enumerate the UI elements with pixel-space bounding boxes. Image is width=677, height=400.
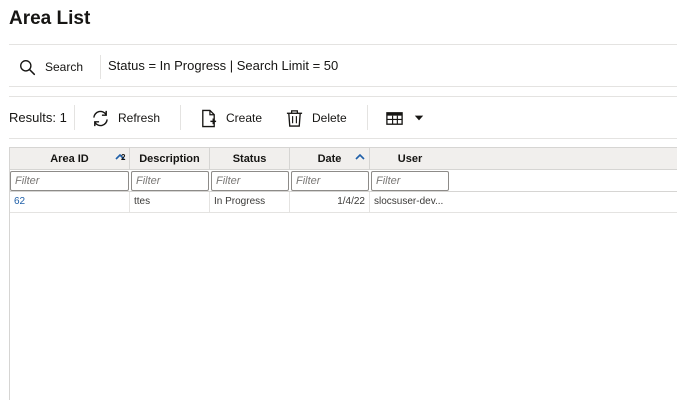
- table-header-row: Area ID 2 Description Status Date User: [10, 148, 677, 170]
- view-options-button[interactable]: [385, 106, 425, 130]
- table-row[interactable]: 62 ttes In Progress 1/4/22 slocsuser-dev…: [10, 192, 677, 213]
- description-cell: ttes: [130, 192, 210, 213]
- refresh-button[interactable]: Refresh: [91, 106, 160, 130]
- column-header-status[interactable]: Status: [210, 148, 290, 170]
- area-table: Area ID 2 Description Status Date User F…: [9, 147, 677, 400]
- column-header-label: Description: [139, 153, 200, 165]
- filter-input-description[interactable]: [131, 171, 209, 191]
- column-header-label: Date: [317, 153, 342, 165]
- table-view-icon: [386, 111, 403, 125]
- column-header-area-id[interactable]: Area ID 2: [10, 148, 130, 170]
- refresh-button-label: Refresh: [118, 111, 161, 125]
- date-cell: 1/4/22: [290, 192, 370, 213]
- results-count: Results: 1: [9, 110, 67, 125]
- area-id-link[interactable]: 62: [10, 192, 130, 213]
- status-cell: In Progress: [210, 192, 290, 213]
- search-bar: Search Status = In Progress | Search Lim…: [9, 44, 677, 87]
- sort-order-badge: 2: [121, 153, 126, 162]
- filter-row: [10, 170, 677, 192]
- trash-icon: [286, 109, 303, 127]
- user-cell: slocsuser-dev...: [374, 196, 444, 207]
- filter-input-user[interactable]: [371, 171, 449, 191]
- search-button-label: Search: [45, 60, 84, 74]
- toolbar: Results: 1 Refresh Create Delete: [9, 96, 677, 139]
- column-header-description[interactable]: Description: [130, 148, 210, 170]
- column-header-user[interactable]: User: [370, 148, 450, 170]
- create-document-icon: [202, 109, 217, 127]
- column-header-label: Status: [232, 153, 267, 165]
- filter-input-date[interactable]: [291, 171, 369, 191]
- search-criteria[interactable]: Status = In Progress | Search Limit = 50: [108, 58, 338, 73]
- page-title: Area List: [9, 8, 91, 29]
- divider: [367, 105, 368, 130]
- filter-input-status[interactable]: [211, 171, 289, 191]
- column-header-label: User: [397, 153, 423, 165]
- column-header-date[interactable]: Date: [290, 148, 370, 170]
- divider: [180, 105, 181, 130]
- create-button-label: Create: [226, 111, 263, 125]
- delete-button[interactable]: Delete: [285, 106, 347, 130]
- chevron-down-icon: [414, 115, 424, 121]
- sort-descending-icon: [355, 153, 365, 160]
- delete-button-label: Delete: [312, 111, 347, 125]
- search-button[interactable]: Search: [19, 57, 83, 77]
- create-button[interactable]: Create: [199, 106, 262, 130]
- column-header-label: Area ID: [50, 153, 89, 165]
- search-icon: [20, 59, 36, 75]
- divider: [74, 105, 75, 130]
- divider: [100, 55, 101, 79]
- refresh-icon: [93, 110, 108, 126]
- filter-input-area-id[interactable]: [10, 171, 129, 191]
